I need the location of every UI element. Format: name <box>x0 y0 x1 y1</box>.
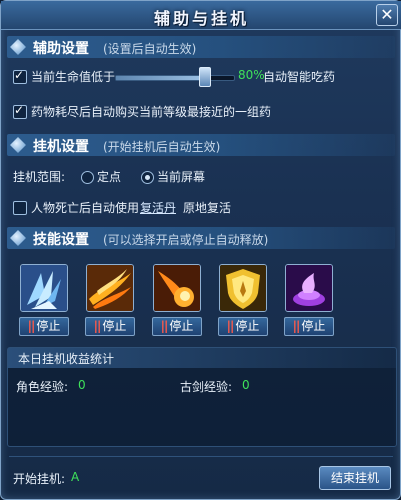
stop-bars-icon: || <box>160 319 169 333</box>
auto-revive-prefix: 人物死亡后自动使用 <box>31 201 140 215</box>
stop-label: 停止 <box>169 319 194 333</box>
auto-buy-checkbox[interactable] <box>13 103 27 119</box>
purple-vortex-skill-icon[interactable] <box>285 264 333 312</box>
stop-label: 停止 <box>102 319 127 333</box>
window-title: 辅助与挂机 <box>153 9 249 28</box>
hangup-subtitle: (开始挂机后自动生效) <box>103 140 221 154</box>
revive-pill-link[interactable]: 复活丹 <box>140 199 176 216</box>
daily-stats-panel: 本日挂机收益统计 角色经验: 0 古剑经验: 0 <box>7 347 397 447</box>
footer-divider <box>9 456 393 457</box>
title-bar[interactable]: 辅助与挂机 ✕ <box>1 1 401 30</box>
end-hangup-button[interactable]: 结束挂机 <box>319 466 391 490</box>
skills-section-header: 技能设置 (可以选择开启或停止自动释放) <box>7 227 395 249</box>
assist-section-header: 辅助设置 (设置后自动生效) <box>7 36 395 58</box>
role-exp-label: 角色经验: <box>16 380 69 394</box>
golden-shield-skill-icon[interactable] <box>219 264 267 312</box>
range-current-screen-label[interactable]: 当前屏幕 <box>157 168 205 185</box>
skill-3-stop-button[interactable]: || 停止 <box>152 317 202 336</box>
sword-exp-value: 0 <box>242 378 250 392</box>
range-fixed-point-label[interactable]: 定点 <box>97 168 121 185</box>
hp-threshold-slider-track[interactable] <box>115 75 235 81</box>
diamond-bullet-icon <box>10 230 26 246</box>
stop-label: 停止 <box>301 319 326 333</box>
daily-stats-header: 本日挂机收益统计 <box>8 348 396 368</box>
skills-subtitle: (可以选择开启或停止自动释放) <box>103 233 269 247</box>
skill-4-stop-button[interactable]: || 停止 <box>218 317 268 336</box>
hp-threshold-slider-thumb[interactable] <box>199 67 211 87</box>
stop-label: 停止 <box>235 319 260 333</box>
skill-5-stop-button[interactable]: || 停止 <box>284 317 334 336</box>
stop-bars-icon: || <box>93 319 102 333</box>
stop-bars-icon: || <box>292 319 301 333</box>
ice-shard-skill-icon[interactable] <box>20 264 68 312</box>
auto-battle-window: 辅助与挂机 ✕ 辅助设置 (设置后自动生效) 当前生命值低于 80% 自动智能吃… <box>0 0 401 500</box>
sword-exp-label: 古剑经验: <box>180 380 233 394</box>
assist-subtitle: (设置后自动生效) <box>103 42 197 56</box>
stop-label: 停止 <box>36 319 61 333</box>
skill-1-stop-button[interactable]: || 停止 <box>19 317 69 336</box>
hangup-range-label: 挂机范围: <box>13 170 66 184</box>
range-current-screen-radio[interactable] <box>141 171 154 184</box>
stop-bars-icon: || <box>27 319 36 333</box>
stop-bars-icon: || <box>226 319 235 333</box>
diamond-bullet-icon <box>10 137 26 153</box>
hp-action-label: 自动智能吃药 <box>263 70 336 84</box>
auto-revive-checkbox[interactable] <box>13 201 27 215</box>
hangup-section-header: 挂机设置 (开始挂机后自动生效) <box>7 134 395 156</box>
hp-threshold-slider-fill <box>116 76 211 80</box>
auto-revive-suffix: 原地复活 <box>183 201 232 215</box>
hangup-heading: 挂机设置 <box>33 139 89 155</box>
hp-threshold-checkbox[interactable] <box>13 68 27 84</box>
auto-buy-label: 药物耗尽后自动购买当前等级最接近的一组药 <box>31 105 272 119</box>
daily-stats-heading: 本日挂机收益统计 <box>18 352 115 366</box>
skill-2-stop-button[interactable]: || 停止 <box>85 317 135 336</box>
start-hangup-label: 开始挂机: <box>13 472 66 486</box>
assist-heading: 辅助设置 <box>33 41 89 57</box>
fireball-skill-icon[interactable] <box>153 264 201 312</box>
range-fixed-point-radio[interactable] <box>81 171 94 184</box>
skills-heading: 技能设置 <box>33 232 89 248</box>
diamond-bullet-icon <box>10 39 26 55</box>
flame-slash-skill-icon[interactable] <box>86 264 134 312</box>
close-button[interactable]: ✕ <box>376 4 398 26</box>
role-exp-value: 0 <box>78 378 86 392</box>
hp-threshold-label: 当前生命值低于 <box>31 70 116 84</box>
hp-threshold-value: 80% <box>238 68 265 82</box>
start-hangup-key: A <box>71 470 80 484</box>
